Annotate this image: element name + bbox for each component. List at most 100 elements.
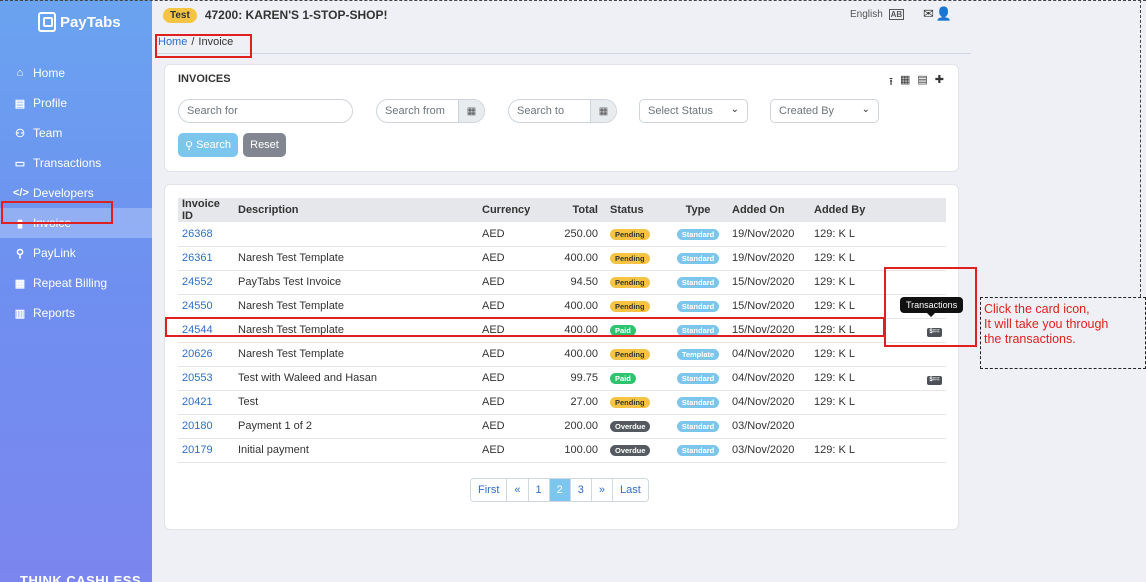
sidebar-item-repeat-billing[interactable]: ▦ Repeat Billing bbox=[0, 268, 152, 298]
invoice-id-link[interactable]: 24544 bbox=[178, 318, 234, 342]
total-cell: 400.00 bbox=[564, 348, 598, 360]
actions-cell: $== bbox=[880, 318, 946, 342]
created-by-select[interactable]: Created By ⌄ bbox=[770, 99, 879, 123]
actions-cell bbox=[880, 414, 946, 438]
table-row[interactable]: 24544 Naresh Test Template AED 400.00 Paid St… bbox=[178, 318, 946, 342]
sidebar-item-developers[interactable]: </> Developers bbox=[0, 178, 152, 208]
page-next[interactable]: » bbox=[591, 479, 614, 501]
col-invoice-id[interactable]: Invoice ID bbox=[178, 198, 234, 222]
table-row[interactable]: 24550 Naresh Test Template AED 400.00 Pendin… bbox=[178, 294, 946, 318]
sidebar-item-transactions[interactable]: ▭ Transactions bbox=[0, 148, 152, 178]
table-row[interactable]: 20553 Test with Waleed and Hasan AED 99.75 P… bbox=[178, 366, 946, 390]
language-selector[interactable]: English AB bbox=[850, 9, 905, 20]
col-total[interactable]: Total bbox=[542, 198, 606, 222]
added-by-cell: 129: K L bbox=[814, 227, 855, 240]
status-select[interactable]: Select Status ⌄ bbox=[639, 99, 748, 123]
invoice-id-link[interactable]: 20626 bbox=[178, 342, 234, 366]
date-from-field[interactable]: Search from ▦ bbox=[376, 99, 485, 123]
date-to-field[interactable]: Search to ▦ bbox=[508, 99, 617, 123]
sidebar-item-label: Reports bbox=[33, 306, 76, 320]
sidebar-item-team[interactable]: ⚇ Team bbox=[0, 118, 152, 148]
invoice-id-link[interactable]: 20553 bbox=[178, 366, 234, 390]
status-badge: Pending bbox=[610, 397, 650, 408]
status-cell: Paid bbox=[606, 318, 668, 342]
invoice-id-link[interactable]: 20421 bbox=[178, 390, 234, 414]
export-csv-icon[interactable]: ▤ bbox=[917, 73, 927, 92]
currency-cell: AED bbox=[482, 396, 505, 408]
added-by-cell: 129: K L bbox=[814, 300, 855, 312]
user-icon[interactable]: 👤 bbox=[936, 6, 952, 22]
page-2[interactable]: 2 bbox=[549, 479, 571, 501]
invoice-id-link[interactable]: 20180 bbox=[178, 414, 234, 438]
invoice-id-link[interactable]: 26368 bbox=[178, 222, 234, 246]
table-row[interactable]: 26361 Naresh Test Template AED 400.00 Pendin… bbox=[178, 246, 946, 270]
currency-cell: AED bbox=[482, 348, 505, 360]
status-cell: Pending bbox=[606, 246, 668, 270]
sidebar-item-label: Repeat Billing bbox=[33, 276, 108, 290]
currency-cell: AED bbox=[482, 252, 505, 264]
user-menu[interactable]: ✉ 👤 bbox=[923, 6, 952, 22]
added-on-cell: 15/Nov/2020 bbox=[732, 324, 795, 336]
type-badge: Standard bbox=[676, 228, 720, 240]
mail-icon[interactable]: ✉ bbox=[923, 6, 934, 22]
sidebar-item-home[interactable]: ⌂ Home bbox=[0, 58, 152, 88]
table-row[interactable]: 26368 AED 250.00 Pending Standard 19/Nov/2020… bbox=[178, 222, 946, 246]
reset-button[interactable]: Reset bbox=[243, 133, 286, 157]
type-badge: Standard bbox=[676, 421, 720, 432]
sidebar-item-reports[interactable]: ▥ Reports bbox=[0, 298, 152, 328]
col-type[interactable]: Type bbox=[668, 198, 728, 222]
sidebar-footer: THINK CASHLESS bbox=[20, 573, 142, 582]
col-status[interactable]: Status bbox=[606, 198, 668, 222]
repeat-billing-icon: ▦ bbox=[14, 277, 26, 290]
invoice-id-link[interactable]: 26361 bbox=[178, 246, 234, 270]
table-row[interactable]: 20180 Payment 1 of 2 AED 200.00 Overdue Stand… bbox=[178, 414, 946, 438]
pagination: First « 1 2 3 » Last bbox=[470, 478, 649, 502]
status-cell: Pending bbox=[606, 342, 668, 366]
invoice-id-link[interactable]: 24552 bbox=[178, 270, 234, 294]
description-cell: Naresh Test Template bbox=[238, 300, 344, 312]
col-currency[interactable]: Currency bbox=[478, 198, 542, 222]
invoice-table-panel: Invoice ID Description Currency Total St… bbox=[164, 184, 959, 530]
sidebar-item-paylink[interactable]: ⚲ PayLink bbox=[0, 238, 152, 268]
col-added-on[interactable]: Added On bbox=[728, 198, 810, 222]
card-transactions-icon[interactable]: $== bbox=[927, 327, 942, 337]
calendar-icon[interactable]: ▦ bbox=[590, 100, 616, 122]
search-input[interactable]: Search for bbox=[178, 99, 353, 123]
table-row[interactable]: 20179 Initial payment AED 100.00 Overdue Stan… bbox=[178, 438, 946, 462]
type-cell: Standard bbox=[668, 414, 728, 438]
brand-logo[interactable]: PayTabs bbox=[38, 12, 121, 32]
col-actions bbox=[880, 198, 946, 222]
added-by-cell: 129: K L bbox=[814, 444, 855, 456]
table-row[interactable]: 20421 Test AED 27.00 Pending Standard 04/Nov/2… bbox=[178, 390, 946, 414]
test-mode-badge: Test bbox=[163, 7, 197, 23]
page-3[interactable]: 3 bbox=[570, 479, 592, 501]
invoice-id-link[interactable]: 24550 bbox=[178, 294, 234, 318]
type-badge: Standard bbox=[676, 373, 720, 384]
col-description[interactable]: Description bbox=[234, 198, 478, 222]
page-first[interactable]: First bbox=[471, 479, 508, 501]
page-last[interactable]: Last bbox=[613, 479, 648, 501]
added-on-cell: 19/Nov/2020 bbox=[732, 252, 795, 264]
status-cell: Overdue bbox=[606, 414, 668, 438]
added-by-cell: 129: K L bbox=[814, 276, 855, 288]
invoice-id-link[interactable]: 20179 bbox=[178, 438, 234, 462]
table-row[interactable]: 20626 Naresh Test Template AED 400.00 Pendin… bbox=[178, 342, 946, 366]
status-badge: Pending bbox=[610, 253, 650, 264]
page-prev[interactable]: « bbox=[507, 479, 529, 501]
add-invoice-icon[interactable]: ✚ bbox=[935, 73, 944, 92]
card-transactions-icon[interactable]: $== bbox=[927, 375, 942, 385]
sidebar-item-profile[interactable]: ▤ Profile bbox=[0, 88, 152, 118]
search-button[interactable]: ⚲ Search bbox=[178, 133, 238, 157]
export-excel-icon[interactable]: ▦ bbox=[900, 73, 910, 92]
page-1[interactable]: 1 bbox=[528, 479, 550, 501]
invoice-table: Invoice ID Description Currency Total St… bbox=[178, 198, 946, 463]
breadcrumb-home[interactable]: Home bbox=[158, 36, 187, 48]
sidebar-item-invoice[interactable]: ▮ Invoice bbox=[0, 208, 152, 238]
team-icon: ⚇ bbox=[15, 127, 25, 140]
upload-icon[interactable]: ⭱ bbox=[889, 73, 893, 92]
table-row[interactable]: 24552 PayTabs Test Invoice AED 94.50 Pending… bbox=[178, 270, 946, 294]
calendar-icon[interactable]: ▦ bbox=[458, 100, 484, 122]
col-added-by[interactable]: Added By bbox=[810, 198, 880, 222]
status-cell: Pending bbox=[606, 294, 668, 318]
added-on-cell: 03/Nov/2020 bbox=[732, 444, 795, 456]
